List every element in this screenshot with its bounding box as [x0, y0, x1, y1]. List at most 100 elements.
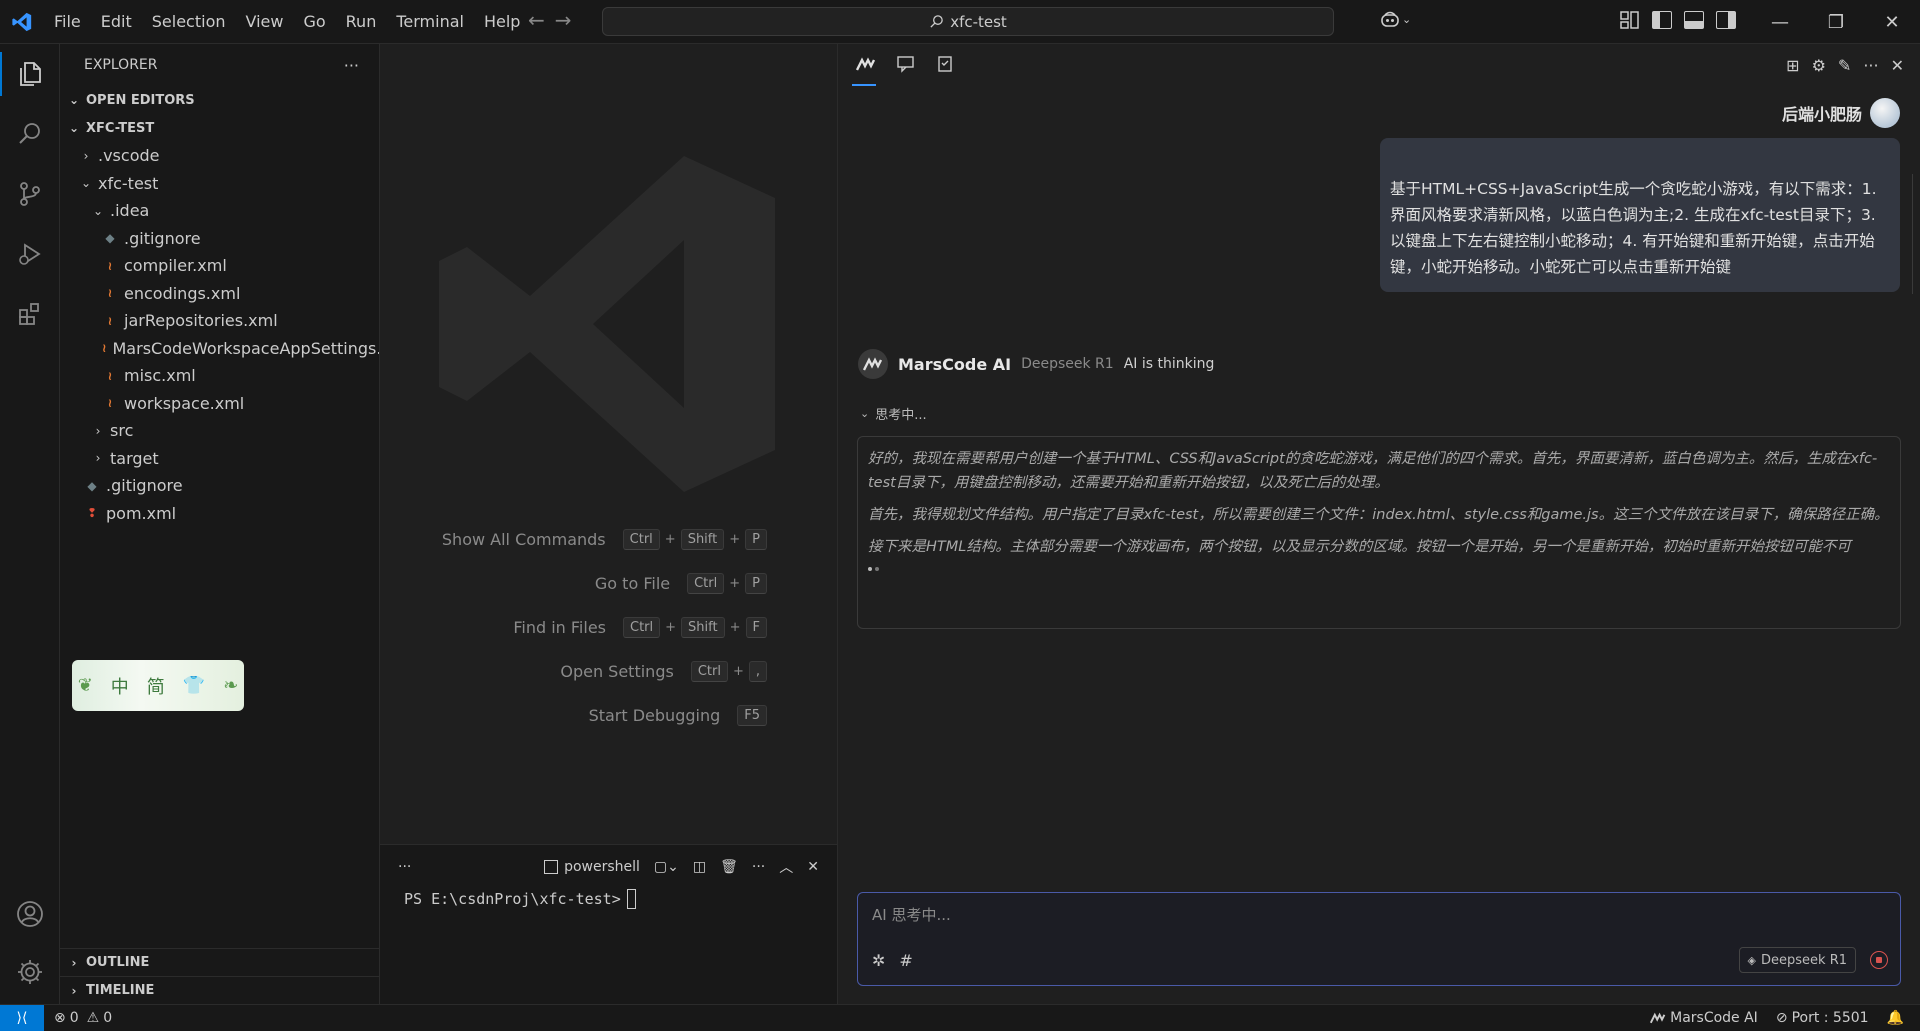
problems-indicator[interactable]: ⊗ 0 ⚠ 0 [54, 1010, 112, 1026]
outline-section[interactable]: › OUTLINE [60, 948, 380, 976]
file-tree: › .vscode ⌄ xfc-test ⌄ .idea ◆ .gitignore ≀ compi… [60, 142, 379, 527]
toggle-panel-icon[interactable] [1684, 11, 1704, 29]
tree-item-label: encodings.xml [124, 283, 241, 303]
marscode-tab-icon[interactable] [855, 56, 876, 76]
split-terminal-icon[interactable]: ◫ [693, 859, 706, 875]
bell-icon[interactable]: 🔔 [1887, 1010, 1904, 1026]
tree-file[interactable]: ≀ workspace.xml [60, 390, 379, 418]
hash-icon[interactable]: # [899, 951, 912, 970]
keyboard-key: , [748, 661, 767, 682]
warning-count: 0 [103, 1009, 113, 1026]
customize-layout-icon[interactable] [1620, 11, 1640, 29]
close-panel-icon[interactable]: ✕ [807, 859, 819, 875]
menu-go[interactable]: Go [293, 7, 335, 37]
explorer-more-button[interactable]: ··· [344, 56, 359, 75]
maximize-panel-icon[interactable]: ︿ [779, 857, 793, 877]
feedback-icon[interactable]: ✎ [1838, 56, 1851, 75]
terminal-output[interactable]: PS E:\csdnProj\xfc-test> [380, 889, 837, 909]
shortcut-row[interactable]: Open Settings Ctrl +, [560, 661, 767, 682]
menu-edit[interactable]: Edit [91, 7, 142, 37]
chat-history-icon[interactable] [896, 55, 916, 77]
tree-folder[interactable]: › .vscode [60, 142, 379, 170]
more-icon[interactable]: ··· [752, 859, 765, 875]
task-list-icon[interactable] [936, 55, 954, 77]
tree-file[interactable]: ≀ MarsCodeWorkspaceAppSettings.... [60, 335, 379, 363]
key-plus: + [729, 532, 741, 547]
tree-folder[interactable]: › target [60, 445, 379, 473]
panel-more-button[interactable]: ··· [398, 859, 411, 875]
model-selector[interactable]: ◈ Deepseek R1 [1738, 947, 1856, 973]
xml-file-icon: ≀ [107, 313, 113, 328]
explorer-sidebar: EXPLORER ··· ⌄ OPEN EDITORS ⌄ XFC-TEST ›… [60, 44, 380, 1004]
toggle-primary-sidebar-icon[interactable] [1652, 11, 1672, 29]
live-server-port[interactable]: ⊘ Port : 5501 [1776, 1010, 1869, 1026]
tree-file[interactable]: ≀ jarRepositories.xml [60, 307, 379, 335]
gear-icon[interactable]: ⚙ [1812, 56, 1826, 75]
accounts-activity[interactable] [0, 884, 60, 944]
menu-view[interactable]: View [236, 7, 294, 37]
menu-selection[interactable]: Selection [142, 7, 236, 37]
key-plus: + [665, 620, 677, 635]
marscode-status[interactable]: MarsCode AI [1650, 1010, 1758, 1026]
sparkle-icon[interactable]: ✲ [872, 951, 885, 970]
forward-arrow-icon[interactable]: → [555, 8, 572, 32]
back-arrow-icon[interactable]: ← [528, 8, 545, 32]
minimize-icon[interactable]: — [1752, 0, 1808, 44]
user-name: 后端小肥肠 [1781, 105, 1862, 124]
menu-run[interactable]: Run [336, 7, 387, 37]
terminal-tab[interactable]: powershell [544, 859, 640, 875]
tree-file[interactable]: ≀ compiler.xml [60, 252, 379, 280]
source-control-activity[interactable] [0, 164, 60, 224]
timeline-section[interactable]: › TIMELINE [60, 976, 380, 1004]
shortcut-row[interactable]: Start Debugging F5 [589, 705, 767, 726]
menu-terminal[interactable]: Terminal [386, 7, 474, 37]
menu-help[interactable]: Help [474, 7, 530, 37]
terminal-icon [544, 860, 559, 874]
chat-input[interactable] [872, 903, 1772, 927]
remote-indicator-icon[interactable]: ⟩⟨ [0, 1004, 44, 1031]
menu-file[interactable]: File [44, 7, 91, 37]
shortcut-row[interactable]: Go to File Ctrl + P [595, 573, 767, 594]
tree-folder[interactable]: › src [60, 417, 379, 445]
tree-file[interactable]: ◆ .gitignore [60, 225, 379, 253]
manage-activity[interactable] [0, 942, 60, 1002]
thinking-toggle[interactable]: ⌄ 思考中... [860, 404, 927, 423]
stop-generation-button[interactable] [1870, 951, 1888, 969]
shortcut-row[interactable]: Show All Commands Ctrl + Shift + P [442, 529, 767, 550]
restore-icon[interactable]: ❐ [1808, 0, 1864, 44]
xml-file-icon: ≀ [107, 286, 113, 301]
explorer-activity[interactable] [0, 44, 60, 104]
tree-file[interactable]: ≀ encodings.xml [60, 280, 379, 308]
status-right: MarsCode AI ⊘ Port : 5501 🔔 [1650, 1005, 1904, 1031]
extensions-activity[interactable] [0, 284, 60, 344]
project-section[interactable]: ⌄ XFC-TEST [60, 114, 379, 142]
new-chat-icon[interactable]: ⊞ [1786, 56, 1799, 75]
copilot-button[interactable]: ⌄ [1380, 10, 1411, 28]
command-center-search[interactable]: xfc-test [602, 7, 1334, 36]
toggle-secondary-sidebar-icon[interactable] [1716, 11, 1736, 29]
close-window-icon[interactable]: ✕ [1864, 0, 1920, 44]
trash-icon[interactable]: 🗑 [720, 859, 738, 875]
tree-file[interactable]: ≀ misc.xml [60, 362, 379, 390]
open-editors-section[interactable]: ⌄ OPEN EDITORS [60, 86, 379, 114]
key-plus: + [664, 532, 676, 547]
more-icon[interactable]: ··· [1863, 56, 1878, 75]
tree-file[interactable]: ❢ pom.xml [60, 500, 379, 528]
run-debug-activity[interactable] [0, 224, 60, 284]
marscode-icon [1650, 1012, 1666, 1024]
copilot-icon [1381, 11, 1399, 27]
keyboard-key: P [745, 529, 767, 550]
new-terminal-dropdown-icon[interactable]: ▢⌄ [654, 859, 679, 875]
tree-item-label: .vscode [98, 146, 160, 166]
tree-folder[interactable]: ⌄ xfc-test [60, 170, 379, 198]
tree-folder[interactable]: ⌄ .idea [60, 197, 379, 225]
key-plus: + [729, 620, 741, 635]
chevron-right-icon: › [71, 955, 77, 970]
input-method-widget[interactable]: ❦ 中 简 👕 ❧ [72, 660, 244, 711]
tree-file[interactable]: ◆ .gitignore [60, 472, 379, 500]
search-activity[interactable] [0, 104, 60, 164]
project-label: XFC-TEST [86, 120, 155, 136]
tree-item-label: compiler.xml [124, 256, 227, 276]
shortcut-row[interactable]: Find in Files Ctrl + Shift + F [513, 617, 767, 638]
close-icon[interactable]: ✕ [1891, 56, 1904, 75]
